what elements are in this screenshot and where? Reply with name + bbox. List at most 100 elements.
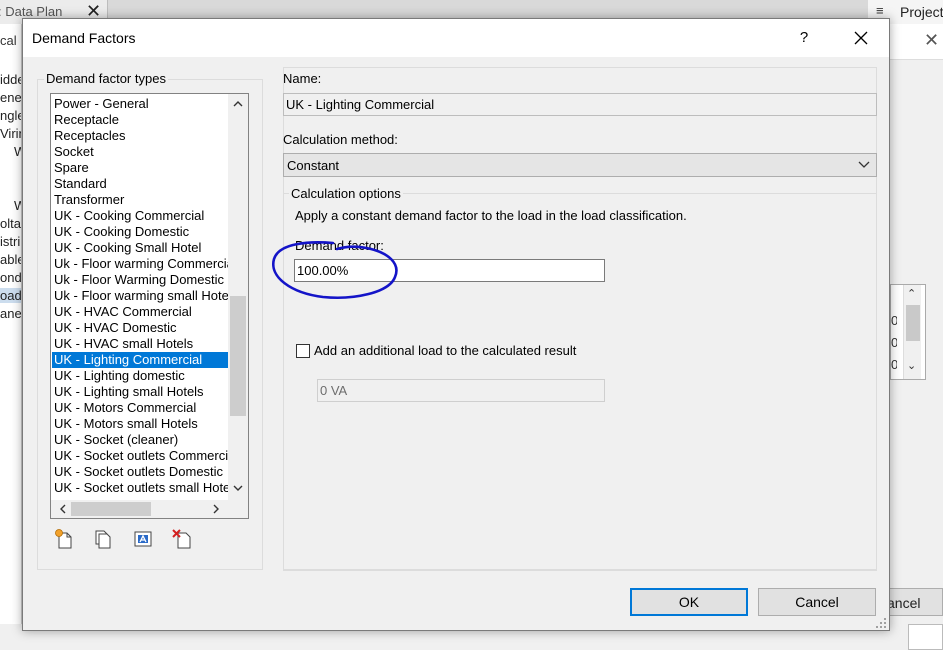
demand-factor-type-item[interactable]: UK - Motors Commercial (52, 400, 228, 416)
demand-factor-types-items: Power - General Receptacle Receptacles Sock… (51, 94, 228, 500)
additional-load-label[interactable]: Add an additional load to the calculated… (314, 343, 576, 358)
demand-factor-types-list[interactable]: Power - General Receptacle Receptacles Sock… (50, 93, 249, 519)
background-tree-item[interactable]: able (0, 252, 21, 267)
demand-factor-type-item[interactable]: UK - Lighting domestic (52, 368, 228, 384)
background-tree-item[interactable]: ane (0, 306, 21, 321)
demand-factor-type-item[interactable]: Transformer (52, 192, 228, 208)
annotation-circle (272, 241, 398, 299)
demand-factor-type-item[interactable]: Receptacle (52, 112, 228, 128)
calculation-method-label: Calculation method: (283, 132, 398, 147)
additional-load-checkbox[interactable] (296, 344, 310, 358)
name-field[interactable]: UK - Lighting Commercial (283, 93, 877, 116)
scrollbar-corner (228, 500, 248, 518)
background-grid-cell: 0 (891, 357, 897, 372)
background-tree-item[interactable]: W (14, 198, 21, 213)
demand-factor-type-item[interactable]: UK - HVAC Commercial (52, 304, 228, 320)
chevron-left-icon (60, 504, 66, 514)
menu-icon[interactable]: ≡ (876, 3, 884, 18)
background-tree-item[interactable]: W (14, 144, 21, 159)
background-tree-item[interactable]: olta (0, 216, 21, 231)
scroll-down-button[interactable] (228, 480, 248, 498)
background-right-header: ✕ (890, 24, 943, 60)
demand-factor-type-item[interactable]: UK - Cooking Commercial (52, 208, 228, 224)
background-tree-item[interactable]: ngle (0, 108, 21, 123)
resize-grip-icon[interactable] (875, 617, 887, 629)
calculation-options-description: Apply a constant demand factor to the lo… (295, 208, 687, 223)
background-tree-item[interactable]: ond (0, 270, 21, 285)
chevron-up-icon (233, 101, 243, 107)
calculation-method-value: Constant (287, 158, 340, 173)
chevron-down-icon (858, 161, 870, 168)
background-grid-cell: 0 (891, 335, 897, 350)
scroll-up-button[interactable] (228, 95, 248, 113)
demand-factor-type-item[interactable]: UK - HVAC Domestic (52, 320, 228, 336)
duplicate-type-button[interactable] (91, 527, 115, 551)
background-close-icon[interactable]: ✕ (924, 30, 939, 51)
rename-type-button[interactable] (131, 527, 155, 551)
background-cancel-label: ancel (887, 595, 921, 611)
demand-factor-type-item[interactable]: UK - Socket outlets Domestic (52, 464, 228, 480)
delete-type-button[interactable] (170, 527, 194, 551)
background-grid-cell: 0 (891, 313, 897, 328)
dialog-title: Demand Factors (32, 30, 136, 46)
help-button[interactable]: ? (789, 23, 819, 53)
background-right-panel: ✕ 0 0 0 ⌃ ⌄ ancel (886, 24, 943, 650)
demand-factor-type-item[interactable]: Receptacles (52, 128, 228, 144)
background-left-header: cal (0, 33, 17, 48)
close-icon (854, 31, 868, 45)
list-horizontal-scroll-thumb[interactable] (71, 502, 151, 516)
chevron-down-icon[interactable]: ⌄ (907, 359, 916, 372)
demand-factor-type-item[interactable]: Socket (52, 144, 228, 160)
scroll-left-button[interactable] (53, 500, 71, 518)
project-browser-title: Project (900, 4, 943, 20)
rename-type-icon (134, 531, 152, 547)
new-type-button[interactable] (52, 527, 76, 551)
background-tree-item[interactable]: oad (0, 288, 21, 303)
duplicate-type-icon (95, 530, 111, 549)
background-grid: 0 0 0 ⌃ ⌄ (890, 284, 926, 380)
background-bottom-panel (908, 624, 943, 650)
demand-factor-type-item[interactable]: Uk - Floor Warming Domestic (52, 272, 228, 288)
demand-factor-type-item[interactable]: Uk - Floor warming small Hotels (52, 288, 228, 304)
list-vertical-scrollbar[interactable] (228, 94, 248, 500)
cancel-button[interactable]: Cancel (758, 588, 876, 616)
ok-button[interactable]: OK (630, 588, 748, 616)
list-horizontal-scrollbar[interactable] (51, 500, 248, 518)
background-tree-item[interactable]: istri (0, 234, 20, 249)
demand-factor-types-label: Demand factor types (44, 71, 168, 86)
demand-factor-type-item[interactable]: UK - Cooking Small Hotel (52, 240, 228, 256)
background-left-panel: cal idde ene ngle Virin W W olta istri a… (0, 24, 22, 624)
demand-factor-type-item[interactable]: Standard (52, 176, 228, 192)
additional-load-input: 0 VA (317, 379, 605, 402)
background-tab-title: : Data Plan (0, 4, 63, 19)
calculation-options-label: Calculation options (289, 186, 403, 201)
background-tree-item[interactable]: idde (0, 72, 21, 87)
background-grid-scrollbar[interactable]: ⌃ ⌄ (903, 285, 921, 379)
background-tree-item[interactable]: Virin (0, 126, 21, 141)
list-vertical-scroll-thumb[interactable] (230, 296, 246, 416)
demand-factor-type-item[interactable]: UK - HVAC small Hotels (52, 336, 228, 352)
demand-factor-type-item[interactable]: UK - Lighting Commercial (52, 352, 228, 368)
new-type-icon (55, 529, 72, 549)
demand-factor-type-item[interactable]: Uk - Floor warming Commercial (52, 256, 228, 272)
demand-factor-type-item[interactable]: UK - Socket (cleaner) (52, 432, 228, 448)
demand-factor-type-item[interactable]: UK - Socket outlets small Hotels (52, 480, 228, 496)
demand-factor-type-item[interactable]: UK - Socket outlets Commercial (52, 448, 228, 464)
delete-type-icon (172, 529, 191, 549)
name-label: Name: (283, 71, 322, 86)
demand-factor-type-item[interactable]: UK - Cooking Domestic (52, 224, 228, 240)
demand-factors-dialog: Demand Factors ? Demand factor types Pow… (22, 18, 890, 631)
dialog-titlebar: Demand Factors ? (23, 19, 889, 57)
demand-factor-type-item[interactable]: Power - General (52, 96, 228, 112)
background-grid-scroll-thumb[interactable] (906, 305, 920, 341)
chevron-right-icon (213, 504, 219, 514)
background-tree-item[interactable]: ene (0, 90, 21, 105)
close-button[interactable] (843, 23, 879, 53)
demand-factor-type-item[interactable]: Spare (52, 160, 228, 176)
scroll-right-button[interactable] (207, 500, 225, 518)
background-cancel-button[interactable]: ancel (886, 588, 943, 616)
demand-factor-type-item[interactable]: UK - Lighting small Hotels (52, 384, 228, 400)
demand-factor-type-item[interactable]: UK - Motors small Hotels (52, 416, 228, 432)
calculation-method-select[interactable]: Constant (283, 153, 877, 177)
chevron-up-icon[interactable]: ⌃ (907, 287, 916, 300)
